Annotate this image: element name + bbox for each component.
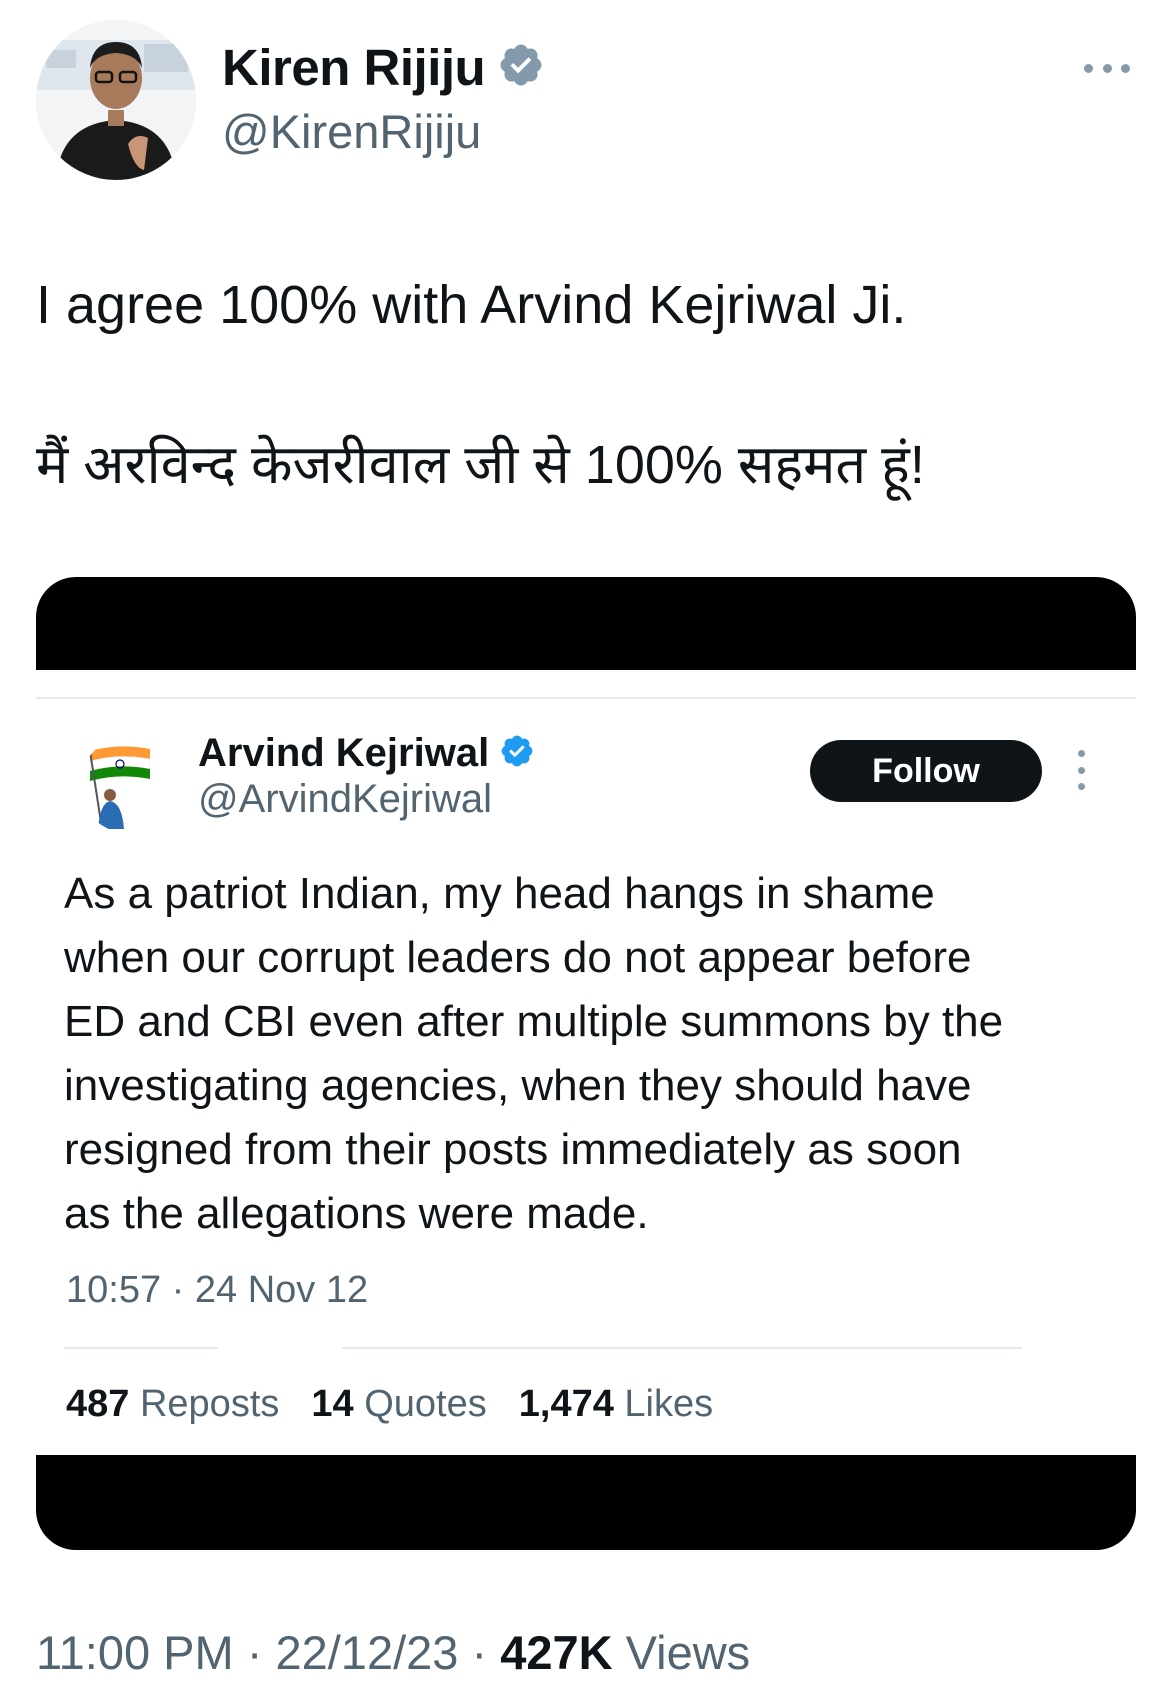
quoted-text-line: investigating agencies, when they should… (64, 1061, 972, 1110)
quoted-text-line: as the allegations were made. (64, 1189, 649, 1238)
views-count[interactable]: 427K (500, 1626, 612, 1679)
likes-label: Likes (624, 1383, 714, 1425)
verified-badge-icon (499, 733, 535, 774)
author-handle[interactable]: @KirenRijiju (222, 104, 481, 159)
quoted-text-line: when our corrupt leaders do not appear b… (64, 933, 972, 982)
divider (36, 697, 1136, 699)
divider (64, 1347, 218, 1349)
tweet-time[interactable]: 11:00 PM (36, 1626, 234, 1679)
quotes-label: Quotes (364, 1383, 487, 1425)
quoted-author-avatar (80, 737, 176, 833)
quotes-count: 14 (311, 1383, 354, 1425)
verified-badge-icon[interactable] (497, 41, 545, 94)
divider (342, 1347, 1022, 1349)
reposts-count: 487 (66, 1383, 130, 1425)
reposts-stat: 487 Reposts (66, 1383, 279, 1426)
quoted-timestamp: 10:57 · 24 Nov 12 (66, 1269, 369, 1311)
views-label[interactable]: Views (626, 1626, 751, 1679)
meta-separator: · (471, 1626, 488, 1679)
tweet-text-hindi: मैं अरविन्द केजरीवाल जी से 100% सहमत हूं… (36, 435, 925, 495)
more-vertical-icon (1076, 750, 1086, 790)
quoted-text-line: As a patriot Indian, my head hangs in sh… (64, 869, 935, 918)
tweet-meta: 11:00 PM · 22/12/23 · 427K Views (36, 1625, 750, 1680)
quoted-tweet-text: As a patriot Indian, my head hangs in sh… (64, 862, 1124, 1246)
redaction-bar-top (36, 577, 1136, 670)
quoted-author-handle: @ArvindKejriwal (198, 777, 493, 821)
quoted-stats-row: 487 Reposts 14 Quotes 1,474 Likes (66, 1383, 745, 1426)
quotes-stat: 14 Quotes (311, 1383, 486, 1426)
follow-button: Follow (810, 740, 1042, 802)
avatar-flag-image (80, 737, 176, 833)
tweet-text-english: I agree 100% with Arvind Kejriwal Ji. (36, 275, 907, 335)
redaction-bar-bottom (36, 1455, 1136, 1550)
meta-separator: · (246, 1626, 263, 1679)
reposts-label: Reposts (139, 1383, 280, 1425)
embedded-screenshot-card[interactable]: Arvind Kejriwal @ArvindKejriwal Follow A… (36, 577, 1136, 1550)
more-options-icon[interactable] (1084, 58, 1130, 78)
author-avatar[interactable] (36, 20, 196, 180)
quoted-text-line: resigned from their posts immediately as… (64, 1125, 962, 1174)
likes-stat: 1,474 Likes (519, 1383, 713, 1426)
quoted-text-line: ED and CBI even after multiple summons b… (64, 997, 1004, 1046)
quoted-author-name-row: Arvind Kejriwal (198, 729, 535, 777)
tweet-date[interactable]: 22/12/23 (275, 1626, 458, 1679)
author-name[interactable]: Kiren Rijiju (222, 38, 486, 97)
avatar-portrait-image (36, 20, 196, 180)
author-name-row: Kiren Rijiju (222, 38, 545, 96)
likes-count: 1,474 (518, 1383, 614, 1425)
quoted-author-name: Arvind Kejriwal (198, 730, 490, 775)
